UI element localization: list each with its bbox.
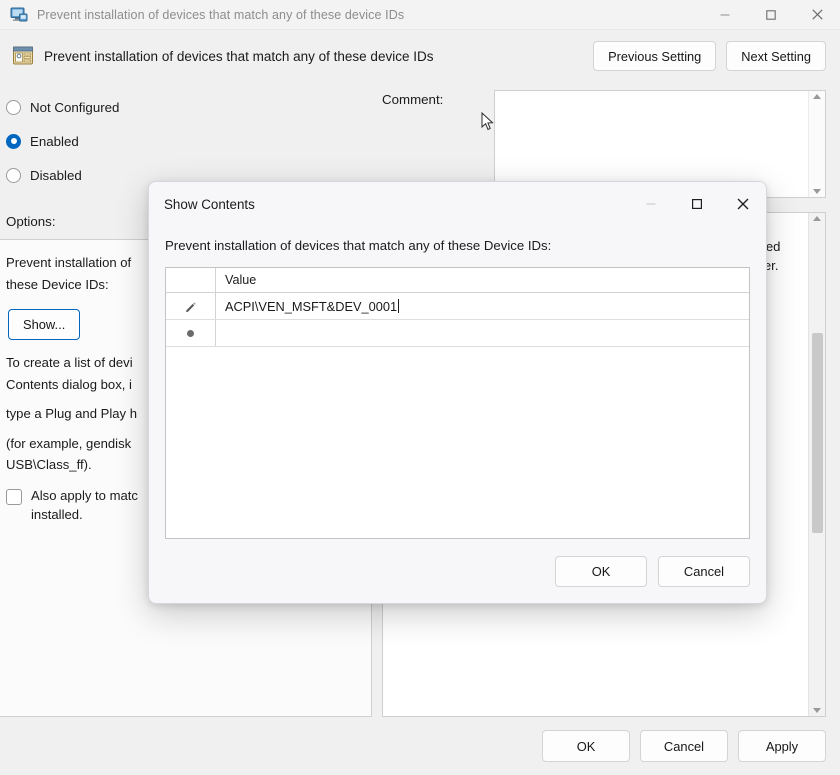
help-scroll-up-icon[interactable] <box>813 216 821 221</box>
radio-enabled-icon[interactable] <box>6 133 21 149</box>
dialog-cancel-button[interactable]: Cancel <box>658 555 750 587</box>
grid-empty-area <box>166 347 749 538</box>
grid-header-row: Value <box>166 268 749 293</box>
show-contents-dialog: Show Contents Prevent installation of de… <box>148 181 767 604</box>
comment-scrollbar[interactable] <box>808 91 825 197</box>
help-scroll-down-icon[interactable] <box>813 708 821 713</box>
setting-title: Prevent installation of devices that mat… <box>44 48 434 64</box>
also-apply-label: Also apply to matc installed. <box>31 487 138 525</box>
dialog-prompt: Prevent installation of devices that mat… <box>165 238 552 253</box>
table-row-new[interactable] <box>166 320 749 347</box>
scroll-up-icon[interactable] <box>813 94 821 99</box>
also-apply-checkbox[interactable] <box>6 489 22 506</box>
radio-row-enabled[interactable]: Enabled <box>0 124 372 158</box>
cancel-button[interactable]: Cancel <box>640 730 728 762</box>
radio-label-enabled: Enabled <box>30 133 79 149</box>
dialog-footer: OK Cancel <box>149 539 766 603</box>
setting-headerbar: Prevent installation of devices that mat… <box>0 30 840 82</box>
radio-row-not-configured[interactable]: Not Configured <box>0 90 372 124</box>
dialog-maximize-button[interactable] <box>674 182 720 226</box>
window-minimize-button[interactable] <box>702 0 748 30</box>
window-titlebar: Prevent installation of devices that mat… <box>0 0 840 30</box>
dialog-titlebar: Show Contents <box>149 182 766 226</box>
computer-policy-icon <box>10 7 28 23</box>
radio-not-configured-icon[interactable] <box>6 99 21 115</box>
window-footer: OK Cancel Apply <box>0 717 840 775</box>
row-marker-new <box>166 320 216 346</box>
table-row[interactable]: ACPI\VEN_MSFT&DEV_0001 <box>166 293 749 320</box>
group-policy-setting-icon <box>12 45 34 67</box>
new-row-icon <box>187 329 194 337</box>
dialog-title: Show Contents <box>164 196 255 212</box>
radio-label-not-configured: Not Configured <box>30 99 120 115</box>
dialog-ok-button[interactable]: OK <box>555 555 647 587</box>
row-marker-edit <box>166 293 216 319</box>
new-row-value-cell[interactable] <box>216 320 749 346</box>
show-button[interactable]: Show... <box>8 309 81 341</box>
window-title: Prevent installation of devices that mat… <box>37 7 405 22</box>
values-grid[interactable]: Value ACPI\VEN_MSFT&DEV_0001 <box>165 267 750 539</box>
grid-header-selector-cell <box>166 268 216 292</box>
apply-button[interactable]: Apply <box>738 730 826 762</box>
dialog-close-button[interactable] <box>720 182 766 226</box>
dialog-minimize-button[interactable] <box>628 182 674 226</box>
scroll-down-icon[interactable] <box>813 189 821 194</box>
grid-header-value: Value <box>225 273 257 287</box>
also-apply-line1: Also apply to matc <box>31 488 138 504</box>
device-id-input[interactable]: ACPI\VEN_MSFT&DEV_0001 <box>225 299 397 314</box>
ok-button[interactable]: OK <box>542 730 630 762</box>
edit-pencil-icon <box>184 300 197 313</box>
radio-disabled-icon[interactable] <box>6 167 21 183</box>
window-maximize-button[interactable] <box>748 0 794 30</box>
radio-label-disabled: Disabled <box>30 167 82 183</box>
help-scroll-thumb[interactable] <box>812 333 823 533</box>
dialog-body: Prevent installation of devices that mat… <box>149 226 766 539</box>
previous-setting-button[interactable]: Previous Setting <box>593 41 717 71</box>
comment-label: Comment: <box>382 92 444 107</box>
row-value-cell[interactable]: ACPI\VEN_MSFT&DEV_0001 <box>216 293 749 319</box>
next-setting-button[interactable]: Next Setting <box>726 41 826 71</box>
window-close-button[interactable] <box>794 0 840 30</box>
text-caret <box>398 299 400 313</box>
also-apply-line2: installed. <box>31 507 83 523</box>
help-scrollbar[interactable] <box>808 213 825 716</box>
